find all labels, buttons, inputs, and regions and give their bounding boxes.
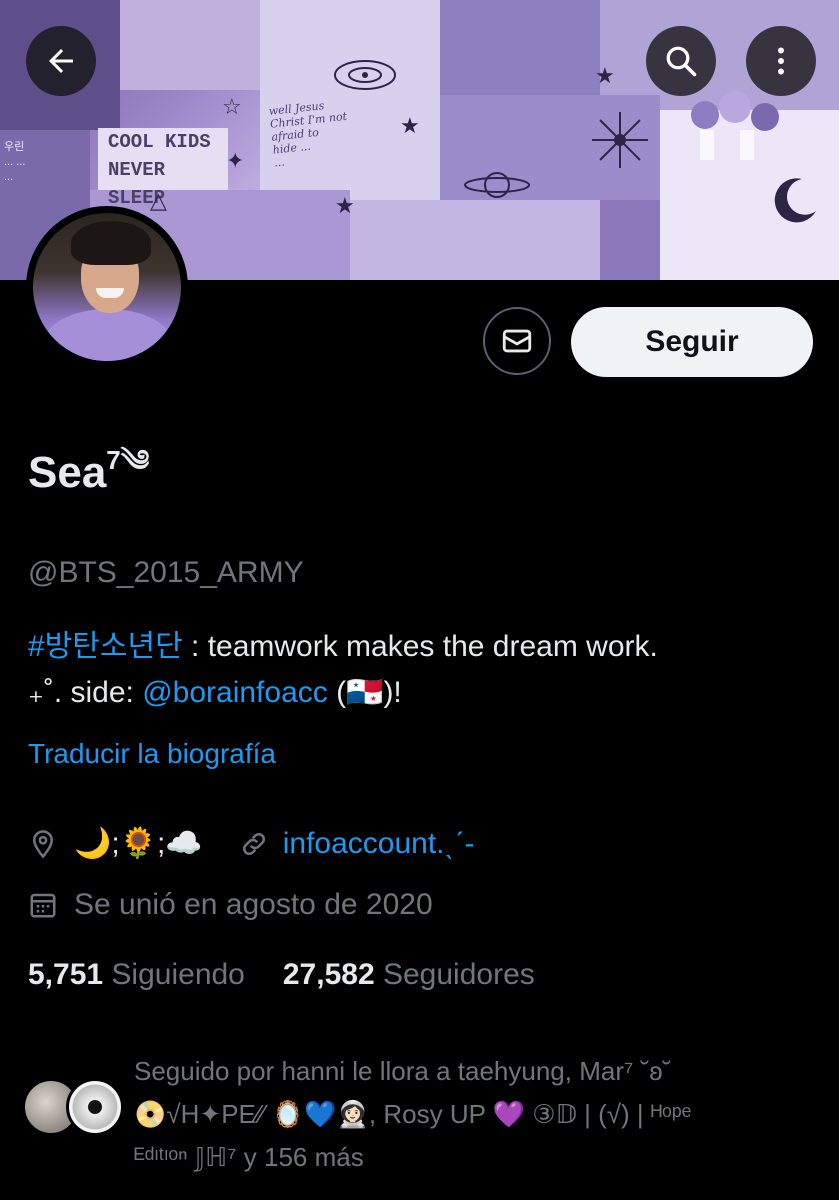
avatar-hair bbox=[71, 221, 151, 265]
following-label: Siguiendo bbox=[111, 958, 245, 991]
profile-name: Sea7༄ bbox=[28, 428, 149, 512]
banner-tile bbox=[440, 0, 600, 95]
message-button[interactable] bbox=[483, 307, 551, 375]
galaxy-icon bbox=[334, 60, 396, 90]
banner-korean-text: 우린 ... ... ... bbox=[4, 141, 26, 183]
arrow-left-icon bbox=[49, 49, 73, 73]
followed-by-line: 📀√H✦PE⁄⁄ 🪞💙👩🏻‍🚀, Rosy UP 💜 ③𝔻 | (√) | ᴴᵒ… bbox=[134, 1099, 692, 1129]
profile-handle: @BTS_2015_ARMY bbox=[28, 556, 304, 589]
flowers-icon bbox=[691, 91, 779, 160]
followed-by-text[interactable]: Seguido por hanni le llora a taehyung, M… bbox=[134, 1050, 824, 1179]
profile-meta-location-row: 🌙;🌻;☁️ infoaccount.ˎˊ- bbox=[28, 826, 474, 861]
avatar-photo bbox=[33, 213, 181, 361]
star-icon: ★ bbox=[400, 113, 420, 138]
profile-joined-date: Se unió en agosto de 2020 bbox=[74, 888, 433, 921]
bio-text: (🇵🇦)! bbox=[327, 676, 402, 709]
banner-handwriting-text: well Jesus Christ I'm not afraid to hide… bbox=[268, 99, 348, 170]
search-icon bbox=[666, 46, 697, 77]
bio-hashtag-link[interactable]: #방탄소년단 bbox=[28, 630, 183, 663]
profile-name-text: Sea bbox=[28, 448, 107, 497]
profile-stats: 5,751 Siguiendo 27,582 Seguidores bbox=[28, 958, 535, 992]
followers-stat[interactable]: 27,582 Seguidores bbox=[283, 958, 535, 992]
star-icon: ✦ bbox=[226, 148, 245, 173]
banner-tile bbox=[600, 200, 660, 280]
profile-name-sup: 7 bbox=[106, 445, 121, 475]
sun-icon bbox=[592, 112, 648, 168]
following-stat[interactable]: 5,751 Siguiendo bbox=[28, 958, 245, 992]
followed-by-line: Seguido por hanni le llora a taehyung, M… bbox=[134, 1056, 672, 1086]
back-button[interactable] bbox=[26, 26, 96, 96]
triangle-icon: △ bbox=[150, 188, 167, 213]
banner-cool-kids-text: COOL KIDS NEVER SLEEP bbox=[98, 128, 228, 209]
profile-avatar[interactable] bbox=[26, 206, 188, 368]
calendar-icon bbox=[30, 893, 56, 918]
more-options-button[interactable] bbox=[746, 26, 816, 96]
follow-button[interactable]: Seguir bbox=[571, 307, 813, 377]
search-button[interactable] bbox=[646, 26, 716, 96]
link-icon bbox=[242, 832, 265, 855]
location-pin-icon bbox=[32, 829, 54, 858]
bio-text: : teamwork makes the dream work. bbox=[182, 630, 658, 663]
followed-by-line: ᴱᵈᶦᵗᶦᵒⁿ 𝕁ℍ⁷ y 156 más bbox=[134, 1142, 364, 1172]
followers-label: Seguidores bbox=[382, 958, 535, 991]
star-icon: ★ bbox=[335, 193, 355, 218]
profile-meta-joined-row: Se unió en agosto de 2020 bbox=[28, 888, 433, 922]
star-icon: ☆ bbox=[222, 94, 242, 119]
more-vertical-icon bbox=[778, 47, 784, 75]
follower-avatar[interactable] bbox=[66, 1078, 124, 1136]
envelope-icon bbox=[502, 329, 532, 353]
profile-location: 🌙;🌻;☁️ bbox=[74, 827, 203, 860]
moon-icon bbox=[774, 178, 816, 223]
translate-bio-link[interactable]: Traducir la biografía bbox=[28, 738, 276, 770]
banner-tile bbox=[120, 0, 260, 90]
followers-count: 27,582 bbox=[282, 958, 375, 991]
banner-tile bbox=[350, 200, 600, 280]
avatar-hood bbox=[43, 309, 173, 361]
profile-name-emoji: ༄ bbox=[120, 445, 150, 478]
profile-bio: #방탄소년단 : teamwork makes the dream work. … bbox=[28, 624, 818, 716]
bio-text: ₊˚. side: bbox=[28, 676, 143, 709]
star-icon: ★ bbox=[595, 63, 615, 88]
following-count: 5,751 bbox=[28, 958, 104, 991]
planet-icon bbox=[464, 172, 530, 198]
profile-website-link[interactable]: infoaccount.ˎˊ- bbox=[283, 827, 475, 861]
bio-mention-link[interactable]: @borainfoacc bbox=[142, 676, 328, 709]
